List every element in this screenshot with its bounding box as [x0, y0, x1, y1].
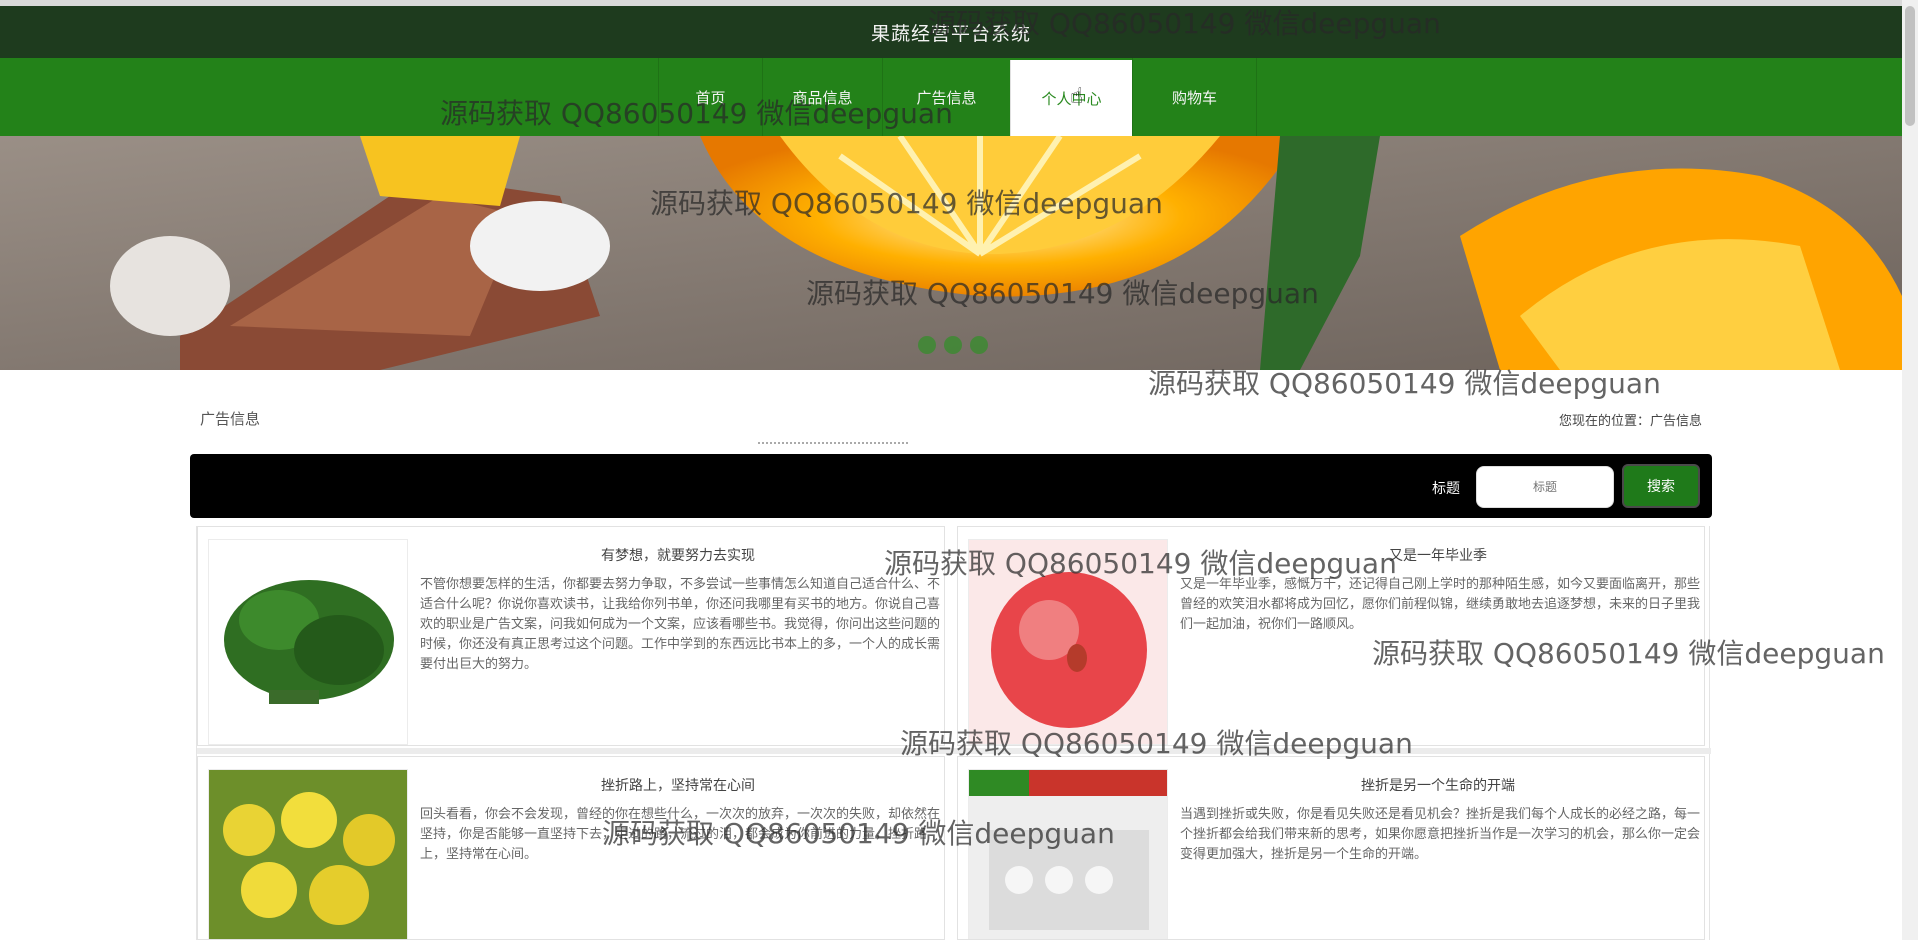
banner-pagination: [918, 336, 988, 354]
ad-thumbnail[interactable]: [968, 769, 1168, 939]
row-divider: [197, 748, 1711, 754]
produce-box-image: [969, 770, 1167, 939]
lemons-image: [209, 770, 407, 939]
ad-title[interactable]: 挫折是另一个生命的开端: [1180, 775, 1696, 795]
hero-banner: [0, 136, 1902, 370]
hand-pointer-icon: ☝: [1070, 84, 1084, 109]
section-divider: [758, 442, 908, 445]
ad-card[interactable]: 挫折是另一个生命的开端 当遇到挫折或失败，你是看见失败还是看见机会？挫折是我们每…: [957, 756, 1705, 940]
nav-item-cart[interactable]: 购物车: [1132, 58, 1256, 136]
ad-title[interactable]: 有梦想，就要努力去实现: [420, 545, 936, 565]
vegetable-image: [209, 540, 407, 744]
ad-summary: 当遇到挫折或失败，你是看见失败还是看见机会？挫折是我们每个人成长的必经之路，每一…: [1180, 807, 1701, 862]
ad-summary: 不管你想要怎样的生活，你都要去努力争取，不多尝试一些事情怎么知道自己适合什么、不…: [420, 577, 941, 672]
ad-list: 有梦想，就要努力去实现 不管你想要怎样的生活，你都要去努力争取，不多尝试一些事情…: [196, 526, 1711, 940]
ad-summary: 回头看看，你会不会发现，曾经的你在想些什么，一次次的放弃，一次次的失败，却依然在…: [420, 807, 941, 862]
search-bar: 标题 搜索: [190, 454, 1712, 518]
nav-item-home[interactable]: 首页: [658, 58, 762, 136]
banner-dot[interactable]: [944, 336, 962, 354]
ad-thumbnail[interactable]: [208, 769, 408, 939]
apple-image: [969, 540, 1167, 744]
ad-thumbnail[interactable]: [208, 539, 408, 745]
ad-title[interactable]: 挫折路上，坚持常在心间: [420, 775, 936, 795]
ad-card[interactable]: 挫折路上，坚持常在心间 回头看看，你会不会发现，曾经的你在想些什么，一次次的放弃…: [197, 756, 945, 940]
site-header: 果蔬经营平台系统: [0, 6, 1902, 58]
main-nav: 首页 商品信息 广告信息 个人中心 购物车: [0, 58, 1902, 136]
nav-item-ads[interactable]: 广告信息: [882, 58, 1010, 136]
ad-card[interactable]: 又是一年毕业季 又是一年毕业季，感慨万千，还记得自己刚上学时的那种陌生感，如今又…: [957, 526, 1705, 746]
search-label: 标题: [1432, 481, 1460, 497]
scrollbar-thumb[interactable]: [1905, 6, 1915, 126]
page-scrollbar[interactable]: [1902, 0, 1918, 940]
ad-thumbnail[interactable]: [968, 539, 1168, 745]
search-input[interactable]: [1476, 466, 1614, 508]
site-title: 果蔬经营平台系统: [870, 22, 1031, 45]
ad-summary: 又是一年毕业季，感慨万千，还记得自己刚上学时的那种陌生感，如今又要面临离开，那些…: [1180, 577, 1701, 632]
banner-image: [0, 136, 1902, 370]
ad-card[interactable]: 有梦想，就要努力去实现 不管你想要怎样的生活，你都要去努力争取，不多尝试一些事情…: [197, 526, 945, 746]
search-button[interactable]: 搜索: [1622, 464, 1700, 508]
banner-dot[interactable]: [918, 336, 936, 354]
ad-title[interactable]: 又是一年毕业季: [1180, 545, 1696, 565]
breadcrumb: 您现在的位置：广告信息: [1558, 414, 1702, 429]
section-title: 广告信息: [200, 410, 261, 428]
banner-dot[interactable]: [970, 336, 988, 354]
nav-item-products[interactable]: 商品信息: [762, 58, 882, 136]
